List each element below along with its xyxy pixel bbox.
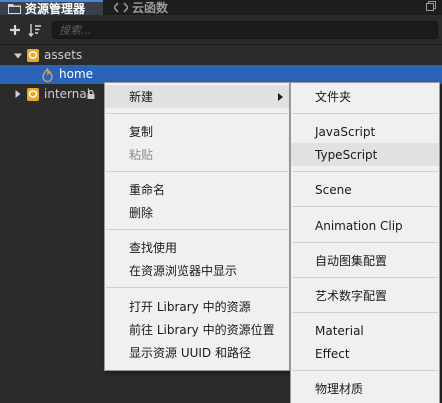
menu-item-label: 自动图集配置 — [315, 254, 388, 268]
menu-separator — [292, 206, 438, 207]
menu-item-label: 复制 — [129, 125, 154, 139]
folder-icon — [8, 4, 21, 14]
menu-item-label: 新建 — [129, 90, 154, 104]
db-icon — [27, 88, 39, 101]
menu-item-show-uuid-path[interactable]: 显示资源 UUID 和路径 — [105, 341, 289, 364]
menu-item-reveal-in-explorer[interactable]: 在资源浏览器中显示 — [105, 259, 289, 282]
menu-item-label: JavaScript — [315, 124, 376, 139]
menu-item-open-in-library[interactable]: 打开 Library 中的资源 — [105, 295, 289, 318]
submenu-item-auto-atlas[interactable]: 自动图集配置 — [291, 249, 439, 272]
menu-item-new[interactable]: 新建 — [105, 85, 289, 108]
search-box[interactable] — [52, 21, 438, 39]
db-icon — [27, 49, 39, 62]
menu-item-paste[interactable]: 粘贴 — [105, 143, 289, 166]
submenu-item-javascript[interactable]: JavaScript — [291, 120, 439, 143]
submenu-item-physics-material[interactable]: 物理材质 — [291, 377, 439, 400]
menu-item-label: 物理材质 — [315, 382, 364, 396]
context-menu: 新建 复制 粘贴 重命名 删除 查找使用 在资源浏览器中显示 打开 Librar… — [104, 82, 290, 371]
menu-item-label: 文件夹 — [315, 90, 352, 104]
menu-item-label: Effect — [315, 346, 350, 361]
menu-item-label: Material — [315, 323, 364, 338]
menu-separator — [292, 312, 438, 313]
sort-icon[interactable] — [28, 23, 42, 37]
submenu-item-animation-clip[interactable]: Animation Clip — [291, 214, 439, 237]
new-submenu: 文件夹 JavaScript TypeScript Scene Animatio… — [290, 82, 440, 403]
menu-item-label: 粘贴 — [129, 148, 154, 162]
search-input[interactable] — [59, 23, 437, 37]
menu-item-label: 查找使用 — [129, 241, 178, 255]
menu-item-label: 显示资源 UUID 和路径 — [129, 346, 251, 360]
menu-item-label: 前往 Library 中的资源位置 — [129, 323, 275, 337]
menu-item-label: TypeScript — [315, 147, 378, 162]
tree-item-label: assets — [44, 48, 83, 62]
menu-separator — [292, 242, 438, 243]
tree-item-label: home — [59, 67, 94, 81]
code-icon — [114, 2, 128, 13]
lock-icon — [87, 90, 95, 99]
tab-cloud-functions[interactable]: 云函数 — [106, 0, 206, 15]
menu-separator — [292, 113, 438, 114]
menu-item-find-usages[interactable]: 查找使用 — [105, 236, 289, 259]
tree-item-label: internal — [44, 87, 91, 101]
submenu-item-label-atlas[interactable]: 艺术数字配置 — [291, 284, 439, 307]
menu-separator — [292, 370, 438, 371]
menu-item-label: 打开 Library 中的资源 — [129, 300, 251, 314]
flame-icon — [42, 68, 53, 82]
menu-separator — [106, 113, 288, 114]
submenu-item-effect[interactable]: Effect — [291, 342, 439, 365]
menu-item-label: 艺术数字配置 — [315, 289, 388, 303]
menu-item-label: Animation Clip — [315, 218, 403, 233]
submenu-arrow-icon — [278, 93, 283, 101]
collapse-arrow-icon[interactable] — [14, 90, 22, 98]
window-restore-icon[interactable] — [426, 1, 436, 11]
menu-item-copy[interactable]: 复制 — [105, 120, 289, 143]
menu-item-label: 在资源浏览器中显示 — [129, 264, 238, 278]
panel-tab-bar: 资源管理器 云函数 — [0, 0, 442, 16]
tab-assets[interactable]: 资源管理器 — [0, 0, 103, 16]
menu-separator — [106, 171, 288, 172]
tree-item-assets[interactable]: assets — [0, 46, 442, 65]
menu-item-rename[interactable]: 重命名 — [105, 178, 289, 201]
menu-item-label: 重命名 — [129, 183, 166, 197]
submenu-item-material[interactable]: Material — [291, 319, 439, 342]
menu-separator — [106, 287, 288, 288]
submenu-item-scene[interactable]: Scene — [291, 178, 439, 201]
menu-separator — [292, 277, 438, 278]
tab-cloud-functions-label: 云函数 — [132, 1, 169, 15]
menu-item-goto-library-location[interactable]: 前往 Library 中的资源位置 — [105, 318, 289, 341]
assets-toolbar — [0, 15, 442, 45]
menu-item-label: Scene — [315, 182, 352, 197]
menu-item-label: 删除 — [129, 206, 154, 220]
expand-arrow-icon[interactable] — [14, 52, 22, 60]
submenu-item-typescript[interactable]: TypeScript — [291, 143, 439, 166]
menu-separator — [106, 229, 288, 230]
plus-icon[interactable] — [8, 23, 22, 37]
submenu-item-folder[interactable]: 文件夹 — [291, 85, 439, 108]
menu-separator — [292, 171, 438, 172]
menu-item-delete[interactable]: 删除 — [105, 201, 289, 224]
